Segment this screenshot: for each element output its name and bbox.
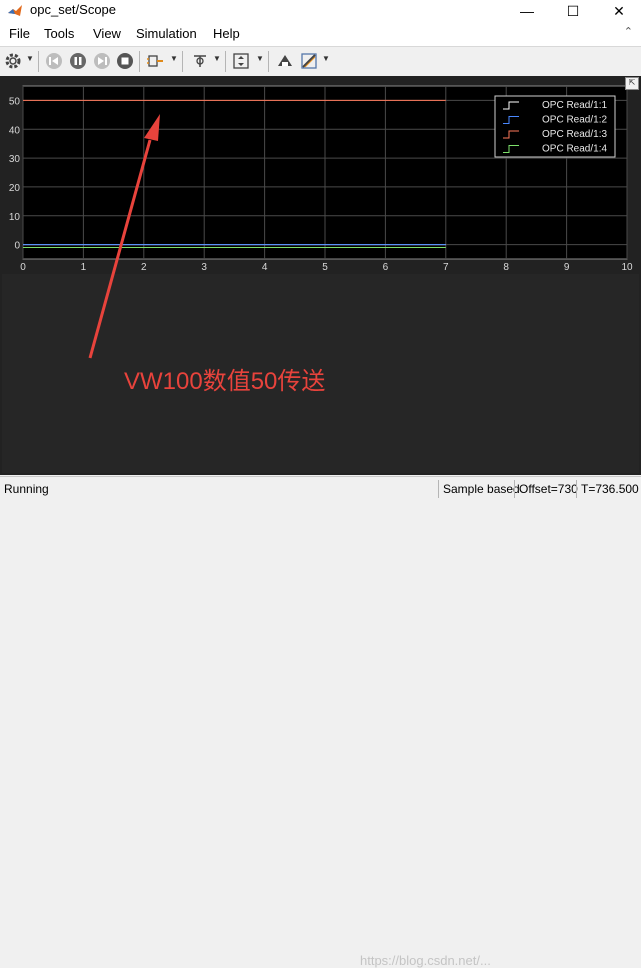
undock-button[interactable]: ⇱ <box>625 77 639 90</box>
x-tick-label: 9 <box>564 262 570 272</box>
legend-label: OPC Read/1:3 <box>542 129 607 140</box>
x-tick-label: 6 <box>383 262 389 272</box>
x-tick-label: 10 <box>621 262 633 272</box>
window-title: opc_set/Scope <box>30 2 117 17</box>
y-tick-label: 40 <box>9 125 21 136</box>
title-bar: opc_set/Scope — ☐ ✕ <box>0 0 641 22</box>
menu-view[interactable]: View <box>93 26 121 41</box>
y-tick-label: 0 <box>14 241 20 252</box>
chevron-down-icon[interactable]: ▼ <box>256 54 264 63</box>
measure-icon[interactable] <box>299 51 319 71</box>
x-tick-label: 7 <box>443 262 449 272</box>
status-bar: Running https://blog.csdn.net/... Sample… <box>0 476 641 968</box>
legend-label: OPC Read/1:1 <box>542 100 607 111</box>
y-tick-label: 10 <box>9 212 21 223</box>
menu-simulation[interactable]: Simulation <box>136 26 197 41</box>
stop-icon[interactable] <box>115 51 135 71</box>
scale-axes-icon[interactable] <box>231 51 251 71</box>
watermark: https://blog.csdn.net/... <box>360 953 491 968</box>
legend-label: OPC Read/1:2 <box>542 115 607 126</box>
x-tick-label: 8 <box>503 262 509 272</box>
x-tick-label: 4 <box>262 262 268 272</box>
menu-help[interactable]: Help <box>213 26 240 41</box>
menu-file[interactable]: File <box>9 26 30 41</box>
status-offset: Offset=730 <box>514 480 578 498</box>
signal-select-icon[interactable] <box>146 51 166 71</box>
status-mode: Sample based <box>438 480 520 498</box>
maximize-button[interactable]: ☐ <box>550 0 596 22</box>
x-tick-label: 0 <box>20 262 26 272</box>
x-tick-label: 2 <box>141 262 147 272</box>
status-state: Running <box>4 482 49 496</box>
chevron-down-icon[interactable]: ▼ <box>322 54 330 63</box>
style-icon[interactable] <box>275 51 295 71</box>
y-tick-label: 20 <box>9 183 21 194</box>
matlab-logo-icon <box>8 5 22 16</box>
gear-icon[interactable] <box>3 51 23 71</box>
chevron-down-icon[interactable]: ▼ <box>26 54 34 63</box>
close-button[interactable]: ✕ <box>596 0 641 22</box>
minimize-button[interactable]: — <box>504 0 550 22</box>
toolbar: ▼ ▼ ▼ ▼ ▼ <box>0 46 641 77</box>
scope-display: 0 1 2 3 4 5 6 7 8 9 10 50 40 30 20 10 0 OPC Read/1:1 OPC R… <box>0 76 641 475</box>
legend-label: OPC Read/1:4 <box>542 144 607 155</box>
trigger-icon[interactable] <box>190 51 210 71</box>
x-tick-label: 3 <box>201 262 207 272</box>
toolbar-expand-icon[interactable]: ⌃ <box>624 25 633 38</box>
menu-tools[interactable]: Tools <box>44 26 74 41</box>
step-forward-icon[interactable] <box>92 51 112 71</box>
pause-icon[interactable] <box>68 51 88 71</box>
chevron-down-icon[interactable]: ▼ <box>213 54 221 63</box>
y-tick-label: 50 <box>9 96 21 107</box>
x-tick-label: 1 <box>81 262 87 272</box>
top-plot[interactable]: 0 1 2 3 4 5 6 7 8 9 10 50 40 30 20 10 0 OPC Read/1:1 OPC R… <box>0 76 641 272</box>
y-tick-label: 30 <box>9 154 21 165</box>
x-tick-label: 5 <box>322 262 328 272</box>
menu-bar: File Tools View Simulation Help ⌃ <box>0 22 641 46</box>
status-time: T=736.500 <box>576 480 639 498</box>
chevron-down-icon[interactable]: ▼ <box>170 54 178 63</box>
annotation-text: VW100数值50传送 <box>124 368 326 395</box>
step-back-icon[interactable] <box>44 51 64 71</box>
